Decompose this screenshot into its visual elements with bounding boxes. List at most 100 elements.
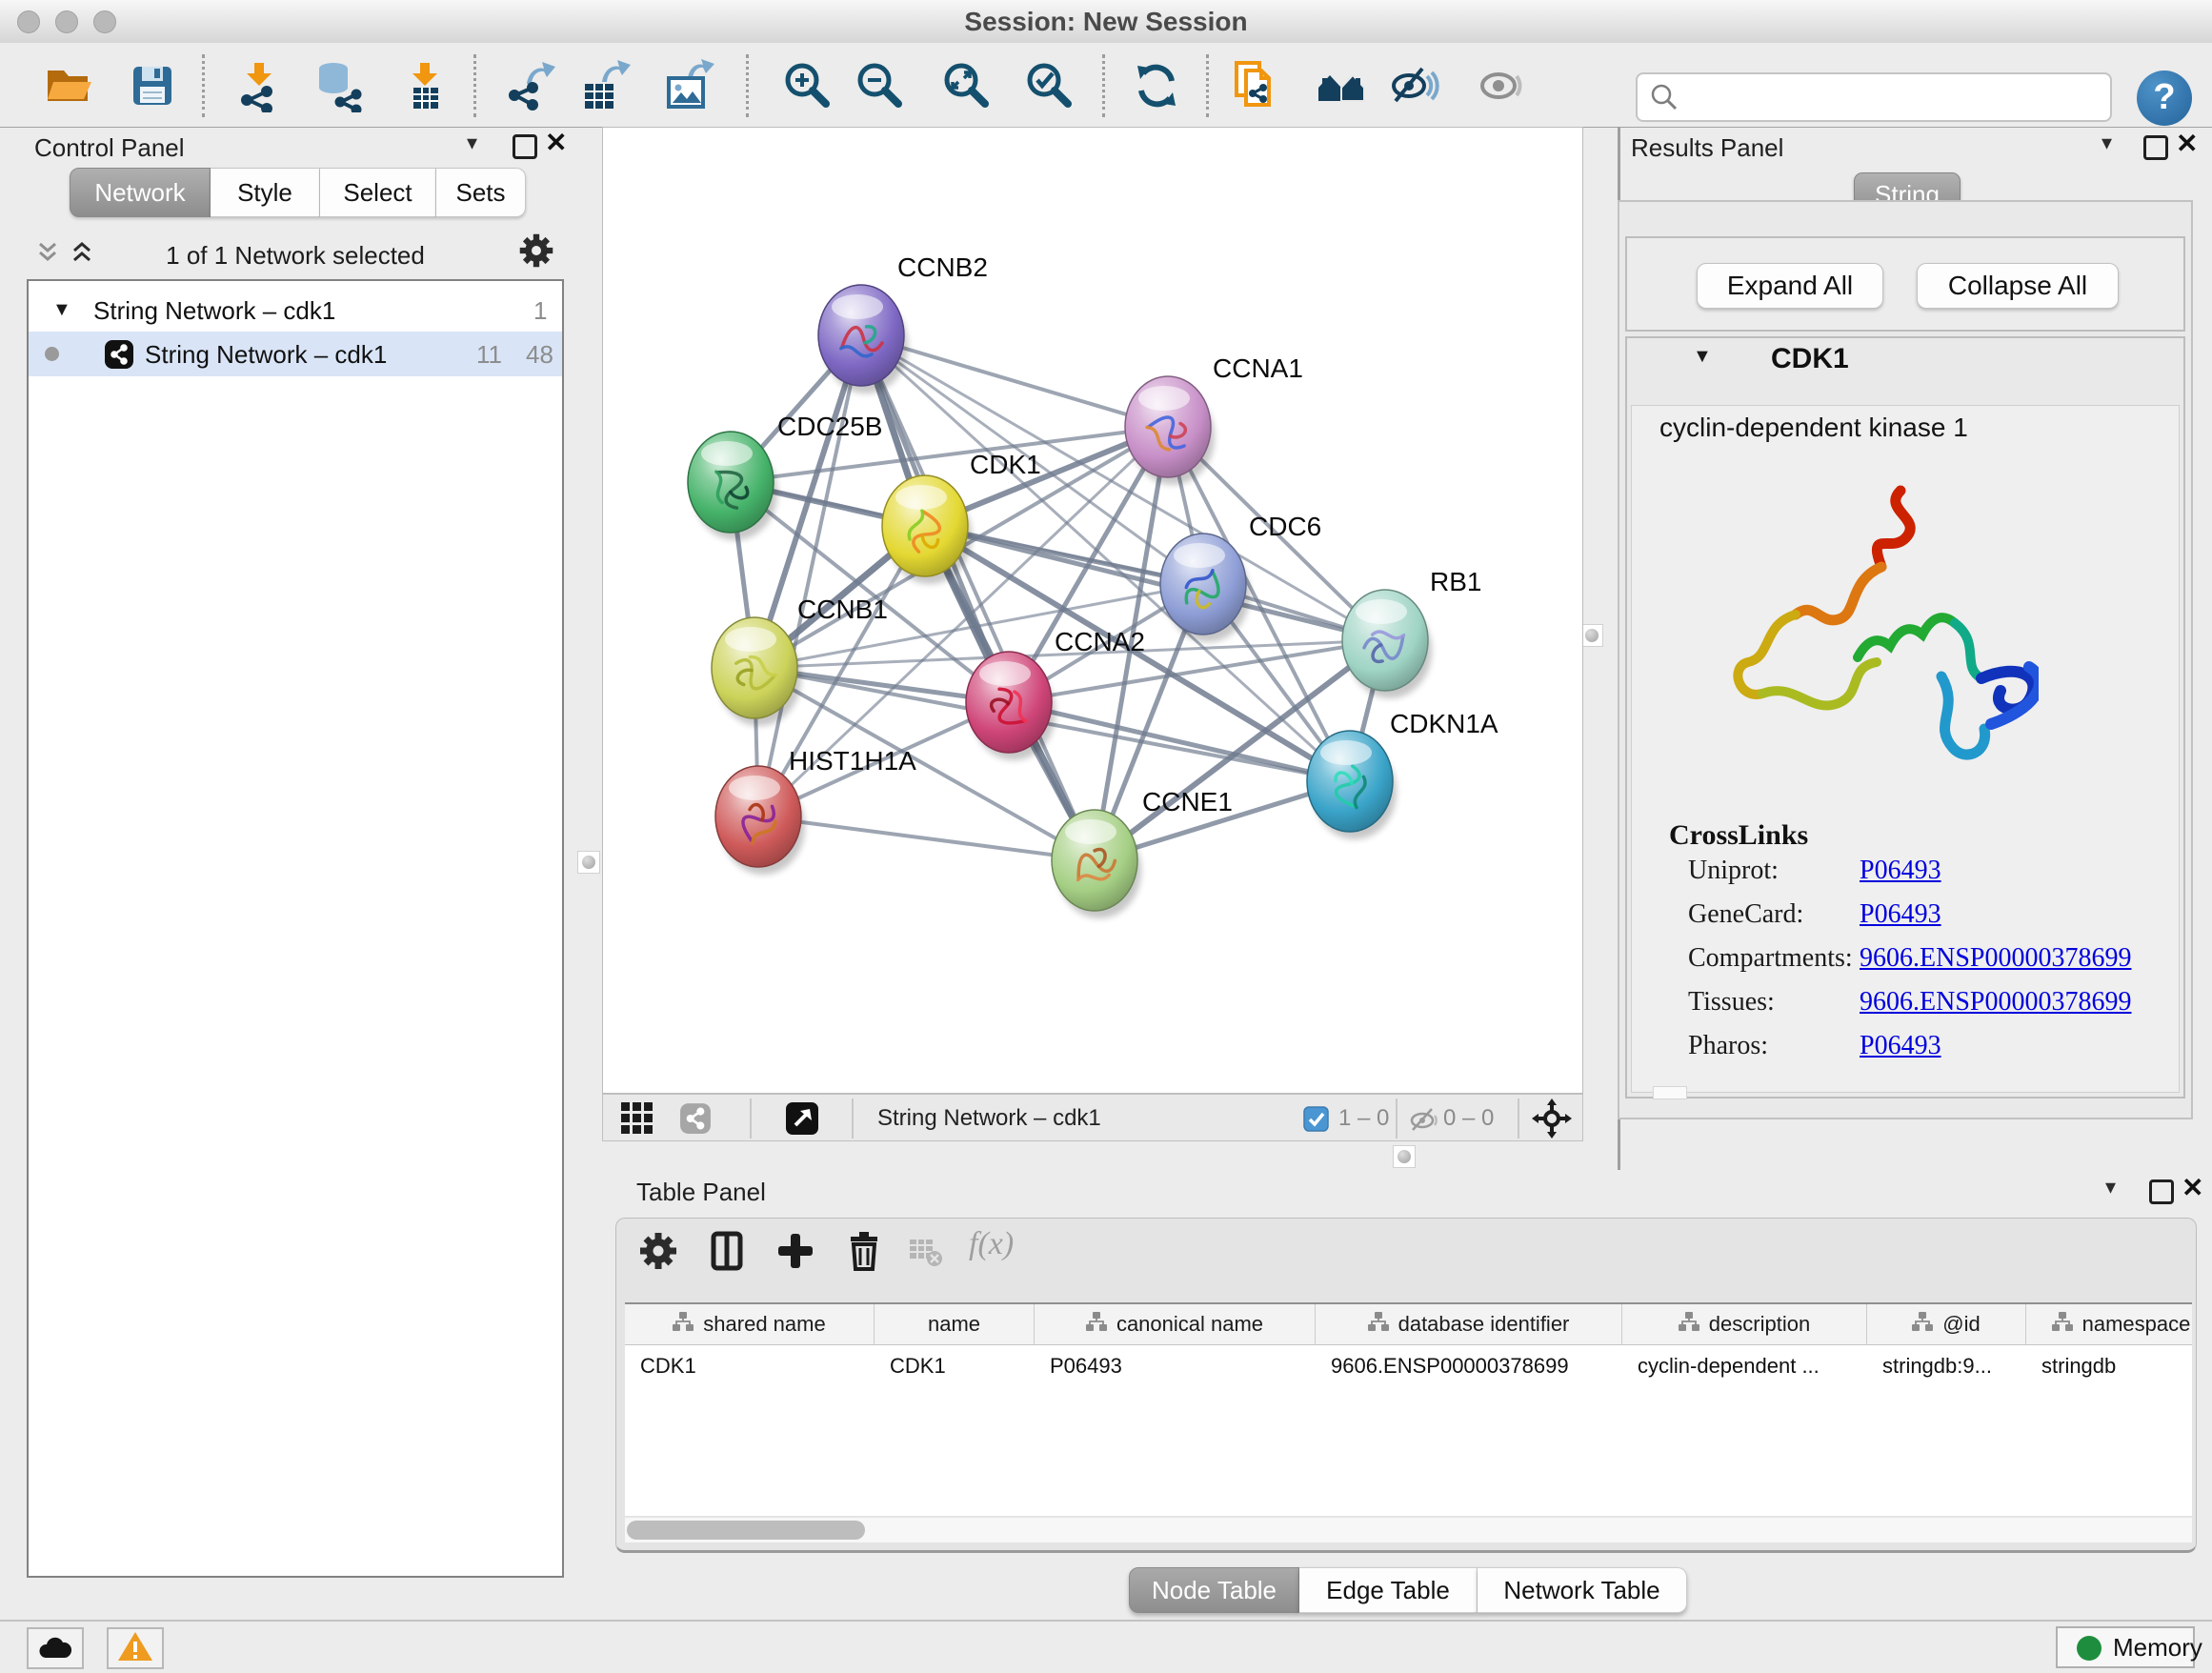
results-panel-menu-icon[interactable]: ▾ <box>2101 131 2112 155</box>
network-options-gear-icon[interactable] <box>517 232 555 274</box>
table-cell[interactable]: stringdb <box>2026 1345 2192 1387</box>
table-cell[interactable]: CDK1 <box>625 1345 875 1387</box>
search-input[interactable] <box>1636 72 2112 122</box>
control-panel-float-icon[interactable] <box>513 134 537 159</box>
delete-column-trash-icon[interactable] <box>843 1230 885 1272</box>
crosslink-link[interactable]: P06493 <box>1860 1031 1941 1061</box>
collapse-all-networks-icon[interactable] <box>69 239 95 271</box>
grid-view-icon[interactable] <box>620 1101 654 1140</box>
control-panel: Control Panel ▾ ✕ Network Style Select S… <box>0 127 598 1614</box>
column-header-namespace[interactable]: namespace <box>2026 1304 2192 1344</box>
table-cell[interactable]: stringdb:9... <box>1867 1345 2026 1387</box>
cloud-status-button[interactable] <box>27 1627 84 1669</box>
export-table-icon[interactable] <box>577 59 631 112</box>
table-cell[interactable]: P06493 <box>1035 1345 1316 1387</box>
crosslink-link[interactable]: P06493 <box>1860 899 1941 930</box>
network-node-CCNE1[interactable]: CCNE1 <box>1052 787 1233 918</box>
control-panel-close-icon[interactable]: ✕ <box>545 127 567 158</box>
crosslink-link[interactable]: 9606.ENSP00000378699 <box>1860 987 2131 1018</box>
column-header-description[interactable]: description <box>1622 1304 1867 1344</box>
network-share-view-icon[interactable] <box>679 1102 712 1139</box>
show-graphics-details-icon[interactable] <box>1474 59 1527 112</box>
network-node-CDKN1A[interactable]: CDKN1A <box>1307 709 1498 839</box>
network-collection-row[interactable]: ▼ String Network – cdk1 1 <box>29 288 562 333</box>
detach-view-icon[interactable] <box>785 1101 819 1140</box>
selected-checkbox-icon[interactable] <box>1303 1106 1329 1137</box>
hide-graphics-details-icon[interactable] <box>1386 59 1439 112</box>
import-network-from-database-icon[interactable] <box>312 59 366 112</box>
crosslink-row: Compartments:9606.ENSP00000378699 <box>1688 943 2164 981</box>
network-canvas[interactable]: CCNB2CCNA1CDC25BCDK1CDC6RB1CCNB1CCNA2CDK… <box>602 127 1583 1094</box>
zoom-in-icon[interactable] <box>781 59 835 112</box>
tab-edge-table[interactable]: Edge Table <box>1299 1567 1478 1613</box>
table-horizontal-scrollbar[interactable] <box>625 1518 2192 1542</box>
table-cell[interactable]: CDK1 <box>875 1345 1035 1387</box>
table-tabs: Node Table Edge Table Network Table <box>1129 1567 1687 1611</box>
network-edge-CCNB2-HIST1H1A[interactable] <box>758 335 861 816</box>
memory-button[interactable]: Memory <box>2056 1626 2195 1668</box>
birds-eye-view-icon[interactable] <box>1315 59 1368 112</box>
column-header-shared-name[interactable]: shared name <box>625 1304 875 1344</box>
network-node-RB1[interactable]: RB1 <box>1342 567 1481 698</box>
protein-card-expander-icon[interactable]: ▼ <box>1693 346 1712 368</box>
import-network-icon[interactable] <box>232 59 286 112</box>
table-cell[interactable]: 9606.ENSP00000378699 <box>1316 1345 1622 1387</box>
clone-network-icon[interactable] <box>1227 59 1280 112</box>
column-header-database-identifier[interactable]: database identifier <box>1316 1304 1622 1344</box>
crosslink-label: Pharos: <box>1688 1031 1768 1061</box>
network-graph[interactable]: CCNB2CCNA1CDC25BCDK1CDC6RB1CCNB1CCNA2CDK… <box>603 128 1582 1093</box>
zoom-fit-content-icon[interactable] <box>940 59 994 112</box>
save-session-icon[interactable] <box>126 59 179 112</box>
results-panel-float-icon[interactable] <box>2143 135 2168 160</box>
collapse-all-button[interactable]: Collapse All <box>1917 263 2119 309</box>
column-header-canonical-name[interactable]: canonical name <box>1035 1304 1316 1344</box>
node-label-CCNA1: CCNA1 <box>1213 353 1303 383</box>
results-panel-close-icon[interactable]: ✕ <box>2176 128 2198 159</box>
results-scrollbar-notch[interactable] <box>1653 1086 1687 1099</box>
table-panel-close-icon[interactable]: ✕ <box>2182 1172 2203 1203</box>
export-image-icon[interactable] <box>661 59 714 112</box>
network-edge-HIST1H1A-CCNE1[interactable] <box>758 816 1095 860</box>
tab-network[interactable]: Network <box>70 168 211 217</box>
column-header--id[interactable]: @id <box>1867 1304 2026 1344</box>
crosslink-link[interactable]: 9606.ENSP00000378699 <box>1860 943 2131 974</box>
open-session-icon[interactable] <box>42 59 95 112</box>
crosslink-label: Tissues: <box>1688 987 1775 1018</box>
collection-expander-icon[interactable]: ▼ <box>52 299 71 321</box>
tab-network-table[interactable]: Network Table <box>1478 1567 1687 1613</box>
tab-style[interactable]: Style <box>211 168 320 217</box>
tab-node-table[interactable]: Node Table <box>1129 1567 1299 1613</box>
network-edge-CCNB2-CCNE1[interactable] <box>861 335 1095 860</box>
expand-all-button[interactable]: Expand All <box>1697 263 1883 309</box>
table-options-gear-icon[interactable] <box>637 1230 679 1272</box>
tab-sets[interactable]: Sets <box>436 168 526 217</box>
table-panel-menu-icon[interactable]: ▾ <box>2105 1175 2116 1199</box>
network-node-HIST1H1A[interactable]: HIST1H1A <box>715 746 916 875</box>
table-panel-float-icon[interactable] <box>2149 1179 2174 1204</box>
pan-crosshair-icon[interactable] <box>1532 1099 1572 1143</box>
network-node-CDC6[interactable]: CDC6 <box>1160 512 1321 642</box>
tab-select[interactable]: Select <box>320 168 436 217</box>
create-column-icon[interactable] <box>774 1230 816 1272</box>
zoom-out-icon[interactable] <box>854 59 907 112</box>
zoom-selected-icon[interactable] <box>1023 59 1076 112</box>
table-cell[interactable]: cyclin-dependent ... <box>1622 1345 1867 1387</box>
table-row[interactable]: CDK1CDK1P064939606.ENSP00000378699cyclin… <box>625 1345 2192 1387</box>
import-table-icon[interactable] <box>398 59 452 112</box>
expand-all-networks-icon[interactable] <box>34 239 61 271</box>
crosslink-link[interactable]: P06493 <box>1860 856 1941 886</box>
network-row[interactable]: String Network – cdk1 11 48 <box>29 332 562 376</box>
show-columns-icon[interactable] <box>706 1230 748 1272</box>
network-node-CCNA1[interactable]: CCNA1 <box>1125 353 1303 485</box>
table-scrollbar-thumb[interactable] <box>627 1521 865 1540</box>
control-panel-menu-icon[interactable]: ▾ <box>467 131 477 155</box>
warnings-button[interactable] <box>107 1627 164 1669</box>
export-network-icon[interactable] <box>502 59 555 112</box>
left-splitter-handle[interactable] <box>577 851 600 874</box>
bottom-splitter-handle[interactable] <box>1393 1145 1416 1168</box>
help-button[interactable]: ? <box>2137 71 2192 126</box>
function-builder-icon: f(x) <box>969 1226 1014 1262</box>
network-toolbar-separator <box>1396 1099 1398 1139</box>
column-header-name[interactable]: name <box>875 1304 1035 1344</box>
apply-layout-icon[interactable] <box>1130 59 1183 112</box>
